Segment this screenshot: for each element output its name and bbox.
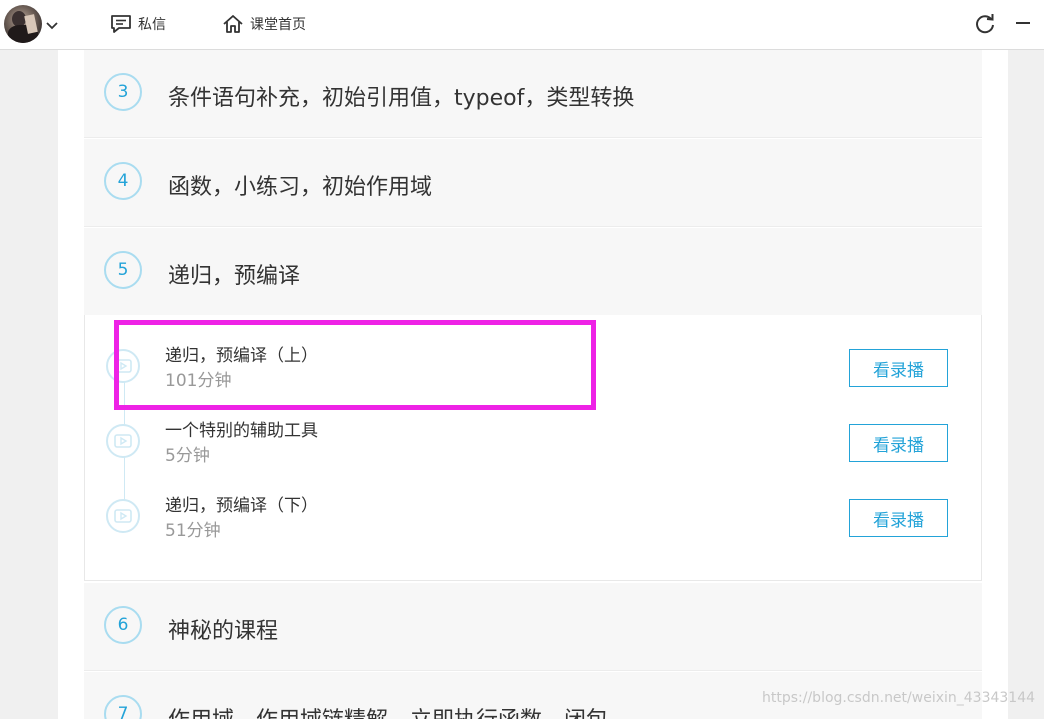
watch-recording-button[interactable]: 看录播 [849,499,948,537]
watermark: https://blog.csdn.net/weixin_43343144 [762,690,1036,706]
lesson-duration: 51分钟 [165,521,221,541]
video-icon [106,349,140,383]
chevron-down-icon[interactable] [44,17,60,33]
message-icon [111,15,131,33]
lesson-duration: 101分钟 [165,371,232,391]
chapter-title: 神秘的课程 [168,619,279,644]
chapter-number: 3 [104,73,142,111]
lesson-title: 递归，预编译（下） [165,496,318,516]
chapter-number: 5 [104,251,142,289]
chapter-row-6[interactable]: 6 神秘的课程 [84,583,982,671]
lesson-item[interactable]: 递归，预编译（下） 51分钟 看录播 [84,491,982,566]
watch-recording-button[interactable]: 看录播 [849,349,948,387]
video-icon [106,424,140,458]
chapter-number: 6 [104,606,142,644]
minimize-icon[interactable] [1016,22,1030,24]
lesson-title: 递归，预编译（上） [165,346,318,366]
chapter-row-3[interactable]: 3 条件语句补充，初始引用值，typeof，类型转换 [84,50,982,138]
lesson-title: 一个特别的辅助工具 [165,421,318,441]
chapter-row-4[interactable]: 4 函数，小练习，初始作用域 [84,139,982,227]
home-link[interactable]: 课堂首页 [222,12,306,36]
messages-label: 私信 [138,17,166,33]
watch-recording-button[interactable]: 看录播 [849,424,948,462]
video-icon [106,499,140,533]
top-bar: 私信 课堂首页 [0,0,1044,50]
lesson-duration: 5分钟 [165,446,210,466]
home-label: 课堂首页 [250,17,306,33]
refresh-icon[interactable] [974,13,996,35]
avatar[interactable] [4,5,42,43]
chapter-row-5[interactable]: 5 递归，预编译 [84,228,982,316]
chapter-title: 作用域，作用域链精解，立即执行函数，闭包 [168,702,608,719]
lesson-item[interactable]: 一个特别的辅助工具 5分钟 看录播 [84,416,982,491]
chapter-number: 7 [104,695,142,719]
lesson-item[interactable]: 递归，预编译（上） 101分钟 看录播 [84,341,982,416]
chapter-title: 函数，小练习，初始作用域 [168,175,433,200]
messages-link[interactable]: 私信 [110,12,166,36]
home-icon [223,15,243,33]
chapter-title: 条件语句补充，初始引用值，typeof，类型转换 [168,86,635,111]
chapter-number: 4 [104,162,142,200]
chapter-title: 递归，预编译 [168,264,301,289]
